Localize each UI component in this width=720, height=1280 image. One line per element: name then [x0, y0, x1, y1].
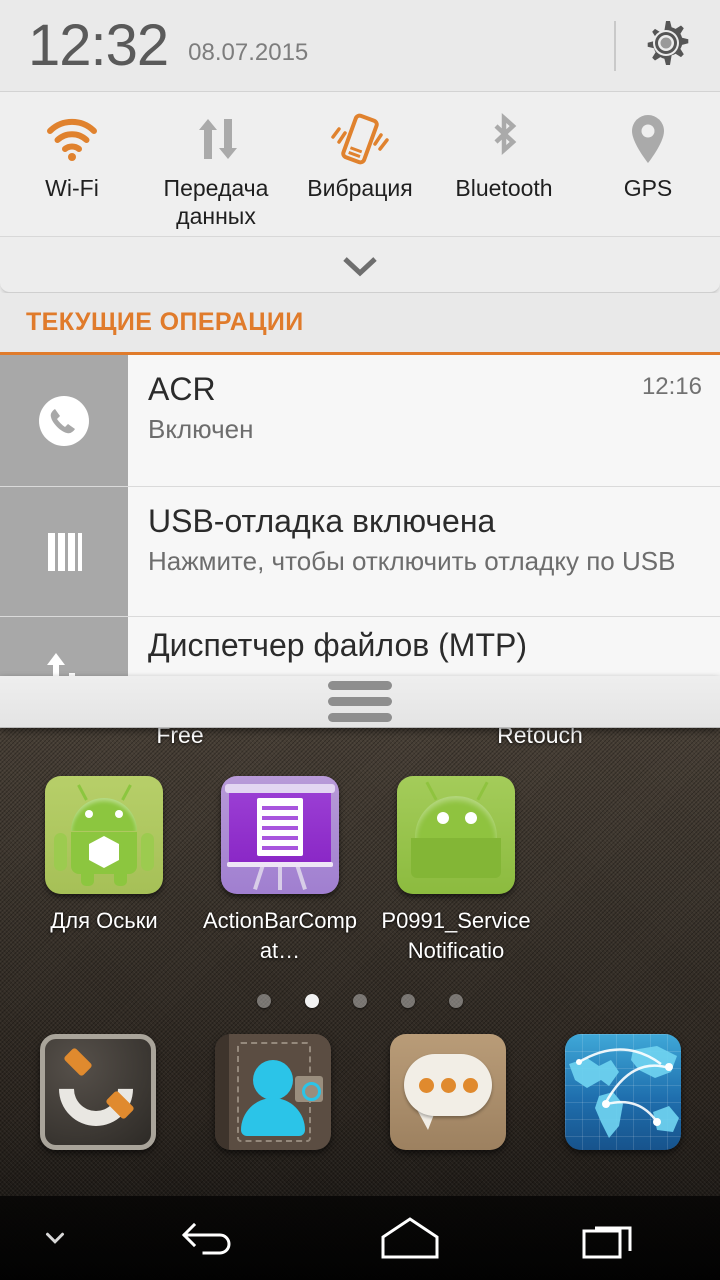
toggle-data-transfer[interactable]: Передача данных	[144, 92, 288, 236]
notification-title: USB-отладка включена	[148, 503, 496, 539]
notification-subtitle: Нажмите, чтобы отключить отладку по USB	[148, 546, 676, 576]
app-item-dlya-oski[interactable]: Для Оськи	[16, 776, 192, 966]
recent-apps-icon	[582, 1226, 632, 1259]
toggle-label: Вибрация	[307, 175, 413, 201]
shade-drag-handle[interactable]	[0, 676, 720, 728]
page-indicator	[0, 994, 720, 1008]
handle-bar	[328, 713, 392, 722]
dock	[0, 1034, 720, 1150]
page-dot[interactable]	[353, 994, 367, 1008]
messaging-icon[interactable]	[389, 1034, 506, 1150]
toggle-vibration[interactable]: Вибрация	[288, 92, 432, 236]
handle-bar	[328, 681, 392, 690]
toggle-label: Bluetooth	[455, 175, 553, 201]
toggle-label: GPS	[623, 175, 673, 201]
divider	[614, 20, 616, 71]
toggle-gps[interactable]: GPS	[576, 92, 720, 236]
android-box-app-icon[interactable]	[45, 776, 163, 894]
contacts-book-icon[interactable]	[214, 1034, 331, 1150]
page-dot[interactable]	[257, 994, 271, 1008]
recent-apps-button[interactable]	[510, 1215, 710, 1261]
home-button[interactable]	[310, 1215, 510, 1261]
data-transfer-icon	[187, 108, 245, 170]
shade-status-row: 12:32 08.07.2015	[0, 0, 720, 92]
back-arrow-icon	[181, 1222, 231, 1255]
notification-shade: 12:32 08.07.2015 Wi-Fi Передача данных В…	[0, 0, 720, 676]
chevron-down-icon	[343, 256, 377, 276]
dock-item-phone[interactable]	[10, 1034, 185, 1150]
dock-item-contacts[interactable]	[185, 1034, 360, 1150]
section-title: ТЕКУЩИЕ ОПЕРАЦИИ	[26, 308, 304, 336]
vibration-icon	[329, 108, 391, 170]
handle-bar	[328, 697, 392, 706]
presentation-board-app-icon[interactable]	[221, 776, 339, 894]
toggle-bluetooth[interactable]: Bluetooth	[432, 92, 576, 236]
navigation-bar	[0, 1196, 720, 1280]
chevron-down-icon	[46, 1232, 64, 1244]
gps-pin-icon	[625, 108, 671, 170]
home-icon	[381, 1217, 439, 1259]
dock-item-messaging[interactable]	[360, 1034, 535, 1150]
settings-button[interactable]	[640, 17, 692, 74]
dock-item-browser[interactable]	[535, 1034, 710, 1150]
toggle-label: Передача данных	[163, 175, 269, 229]
notification-usb-debug[interactable]: USB-отладка включена Нажмите, чтобы откл…	[0, 487, 720, 617]
notification-title: ACR	[148, 371, 216, 407]
app-grid: Для Оськи ActionBarCompat… P0991_Service…	[0, 776, 720, 966]
clock-time: 12:32	[28, 12, 169, 78]
hide-navbar-button[interactable]	[0, 1223, 110, 1253]
wifi-icon	[43, 108, 101, 170]
notification-time: 12:16	[641, 373, 702, 400]
notification-subtitle: Включен	[148, 414, 254, 444]
app-item-actionbarcompat[interactable]: ActionBarCompat…	[192, 776, 368, 966]
page-dot-active[interactable]	[305, 994, 319, 1008]
clock-date: 08.07.2015	[188, 38, 309, 66]
back-button[interactable]	[110, 1213, 310, 1263]
bluetooth-icon	[482, 108, 526, 170]
notification-title: Диспетчер файлов (MTP)	[148, 627, 527, 663]
mtp-transfer-icon	[0, 617, 128, 676]
quick-toggles: Wi-Fi Передача данных Вибрация Bluetooth…	[0, 92, 720, 237]
app-item-p0991-servicenotification[interactable]: P0991_ServiceNotificatio	[368, 776, 544, 966]
phone-dialer-icon[interactable]	[39, 1034, 156, 1150]
browser-globe-icon[interactable]	[564, 1034, 681, 1150]
notification-mtp[interactable]: Диспетчер файлов (MTP)	[0, 617, 720, 676]
page-dot[interactable]	[449, 994, 463, 1008]
notification-acr[interactable]: ACR Включен 12:16	[0, 355, 720, 487]
android-head-app-icon[interactable]	[397, 776, 515, 894]
phone-call-icon	[0, 355, 128, 486]
app-label: Для Оськи	[50, 908, 158, 933]
section-header-ongoing: ТЕКУЩИЕ ОПЕРАЦИИ	[0, 293, 720, 355]
page-dot[interactable]	[401, 994, 415, 1008]
gear-icon	[647, 21, 689, 65]
toggle-label: Wi-Fi	[45, 175, 99, 201]
usb-debug-icon	[0, 487, 128, 616]
app-label: ActionBarCompat…	[202, 908, 358, 963]
app-label: P0991_ServiceNotificatio	[381, 908, 531, 963]
expand-toggles-handle[interactable]	[0, 237, 720, 293]
homescreen: Free Retouch Для Оськи ActionBarCompat… …	[0, 676, 720, 1280]
toggle-wifi[interactable]: Wi-Fi	[0, 92, 144, 236]
